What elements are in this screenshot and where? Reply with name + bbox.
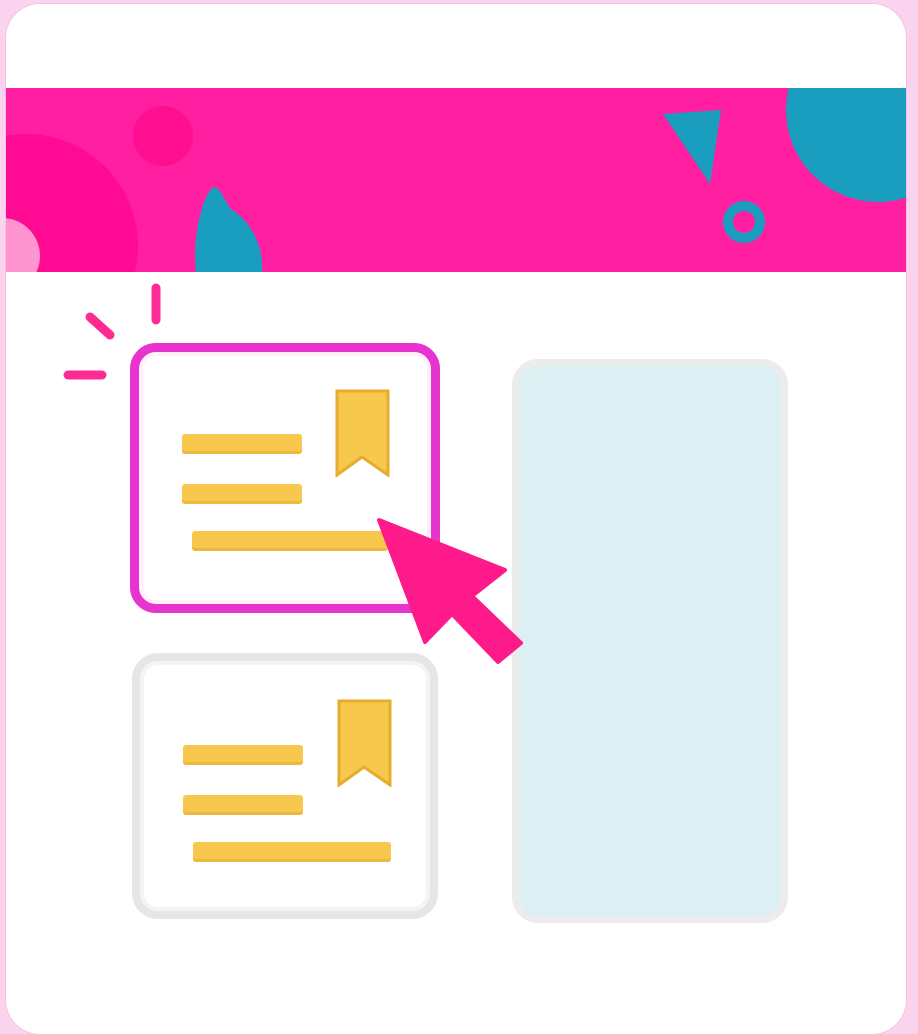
droplet-shape [663, 110, 721, 184]
small-circle-shape [133, 106, 193, 166]
card-text-line [182, 484, 302, 504]
banner-decoration [6, 88, 906, 272]
header-banner [6, 88, 906, 272]
bookmark-icon[interactable] [335, 389, 390, 477]
preview-panel[interactable] [512, 359, 788, 923]
bookmark-icon[interactable] [337, 699, 392, 787]
app-window [6, 4, 906, 1034]
card-selected[interactable] [130, 343, 440, 613]
card-text-line [182, 434, 302, 454]
ring-shape [723, 201, 765, 243]
card-text-line [183, 745, 303, 765]
card-text-line [183, 795, 303, 815]
card-text-line [193, 842, 391, 862]
blob-shape [786, 88, 906, 202]
card-default[interactable] [132, 653, 438, 919]
card-text-line [192, 531, 388, 551]
leaf-shape [195, 187, 263, 272]
